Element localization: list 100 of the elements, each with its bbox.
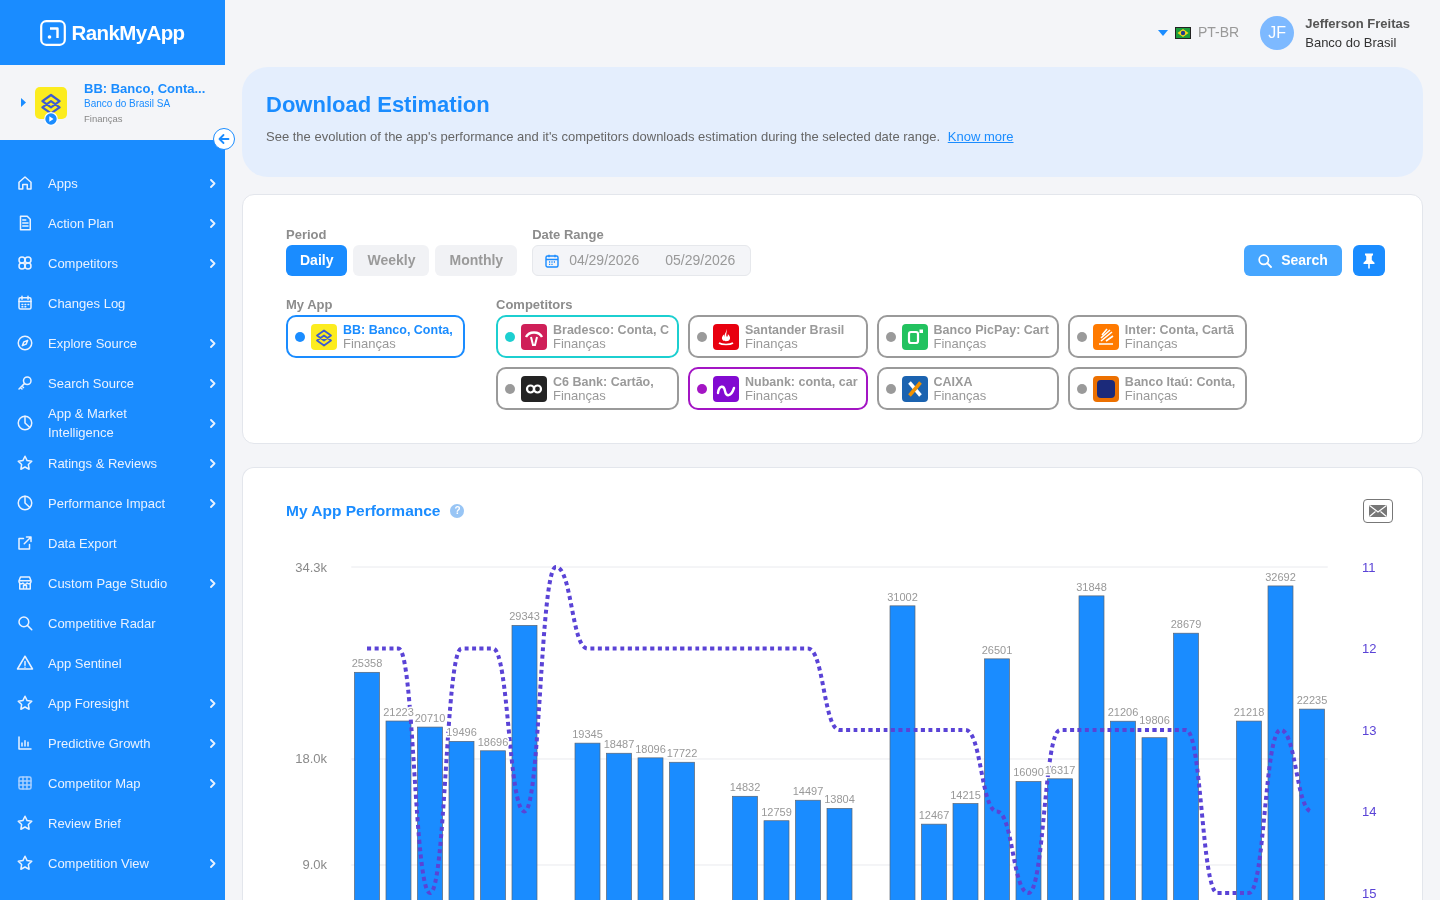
sidebar-item[interactable]: Competitors	[0, 243, 225, 283]
data-label: 17722	[666, 747, 698, 760]
external-link-icon	[16, 534, 34, 552]
search-icon	[16, 614, 34, 632]
sidebar-item[interactable]: Apps	[0, 163, 225, 203]
app-chip[interactable]: Banco Itaú: Conta, Finanças	[1067, 367, 1247, 410]
sidebar-item[interactable]: Predictive Growth	[0, 723, 225, 763]
data-label: 13804	[824, 793, 855, 806]
app-logo-icon	[901, 375, 928, 402]
axis-tick-label: 9.0k	[302, 857, 327, 873]
app-selector[interactable]: BB: Banco, Conta... Banco do Brasil SA Finanças	[0, 65, 225, 140]
app-chip[interactable]: CAIXA Finanças	[876, 367, 1059, 410]
sidebar-item[interactable]: App Foresight	[0, 683, 225, 723]
sidebar-item[interactable]: Ratings & Reviews	[0, 443, 225, 483]
data-label: 29343	[509, 610, 540, 623]
axis-tick-label: 14	[1362, 804, 1377, 819]
key-icon	[16, 374, 34, 392]
know-more-link[interactable]: Know more	[947, 129, 1014, 144]
sidebar-item[interactable]: Data Export	[0, 523, 225, 563]
arrow-left-icon	[218, 133, 230, 145]
caret-right-icon	[21, 98, 26, 107]
app-logo-icon	[901, 323, 928, 350]
axis-tick-label: 12	[1362, 641, 1377, 656]
sidebar-item[interactable]: Competitor Map	[0, 763, 225, 803]
period-option-button[interactable]: Monthly	[435, 245, 518, 276]
app-logo-icon	[713, 323, 739, 350]
sidebar-item[interactable]: App Sentinel	[0, 643, 225, 683]
help-icon[interactable]: ?	[450, 504, 465, 518]
grid-icon	[16, 774, 34, 792]
pie-chart-icon	[16, 494, 34, 512]
data-label: 18696	[477, 735, 509, 748]
language-selector[interactable]: PT-BR	[1158, 22, 1240, 43]
sidebar-item[interactable]: Explore Source	[0, 323, 225, 363]
data-label: 18487	[603, 738, 635, 751]
axis-tick-label: 34.3k	[295, 559, 327, 575]
sidebar-item[interactable]: App & Market Intelligence	[0, 403, 225, 443]
calendar-icon	[16, 294, 34, 312]
axis-tick-label: 11	[1362, 559, 1376, 575]
home-icon	[16, 174, 34, 192]
data-label: 26501	[981, 643, 1013, 656]
sidebar-item[interactable]: Action Plan	[0, 203, 225, 243]
pie-chart-icon	[16, 414, 34, 432]
data-label: 18096	[635, 742, 666, 755]
email-button[interactable]	[1363, 499, 1393, 523]
field-label: Period	[286, 227, 328, 243]
data-label: 32692	[1265, 570, 1296, 583]
sidebar-item[interactable]: Changes Log	[0, 283, 225, 323]
status-dot	[1076, 331, 1087, 342]
chart-title: My App Performance	[286, 501, 441, 521]
pin-button[interactable]	[1353, 245, 1385, 276]
sidebar-item[interactable]: Competitive Radar	[0, 603, 225, 643]
app-chip[interactable]: Santander Brasil Finanças	[688, 315, 868, 358]
data-label: 16090	[1013, 766, 1044, 779]
period-option-button[interactable]: Daily	[286, 245, 348, 276]
data-label: 12759	[761, 805, 792, 818]
date-range-field[interactable]: 04/29/2026 05/29/2026	[532, 245, 752, 276]
app-logo-icon	[713, 375, 739, 402]
star-icon	[16, 454, 34, 472]
data-label: 31848	[1076, 580, 1107, 593]
compass-icon	[16, 334, 34, 352]
app-logo-icon	[1092, 375, 1119, 402]
app-chip[interactable]: Nubank: conta, car Finanças	[688, 367, 868, 410]
field-label: Date Range	[532, 227, 605, 243]
status-dot	[697, 331, 707, 342]
user-name: Jefferson Freitas	[1305, 14, 1410, 33]
app-chip[interactable]: Inter: Conta, Cartã Finanças	[1067, 315, 1247, 358]
app-chip[interactable]: Banco PicPay: Cart Finanças	[876, 315, 1059, 358]
pin-icon	[1363, 252, 1375, 269]
field-label: Competitors	[496, 297, 574, 313]
calendar-icon	[545, 253, 560, 268]
sidebar-item[interactable]: Competition View	[0, 843, 225, 883]
logo-icon	[40, 19, 67, 46]
sidebar-item[interactable]: Performance Impact	[0, 483, 225, 523]
axis-tick-label: 18.0k	[295, 751, 327, 767]
sidebar-item[interactable]: Search Source	[0, 363, 225, 403]
app-logo-icon	[521, 375, 547, 402]
caret-down-icon	[1158, 29, 1168, 36]
store-icon	[16, 574, 34, 592]
search-button[interactable]: Search	[1244, 245, 1342, 276]
data-label: 20710	[414, 712, 446, 725]
app-chip[interactable]: BB: Banco, Conta, Finanças	[286, 315, 465, 358]
star-icon	[16, 694, 34, 712]
search-icon	[1258, 253, 1273, 268]
data-label: 19345	[572, 728, 603, 741]
axis-tick-label: 15	[1362, 885, 1377, 900]
status-dot	[505, 383, 515, 394]
status-dot	[1076, 383, 1087, 394]
flag-icon	[1175, 26, 1191, 39]
app-chip[interactable]: Bradesco: Conta, C Finanças	[496, 315, 679, 358]
data-label: 19806	[1139, 714, 1170, 726]
data-label: 14215	[950, 788, 981, 801]
app-chip[interactable]: C6 Bank: Cartão, Finanças	[496, 367, 679, 410]
data-label: 21218	[1233, 706, 1265, 719]
app-logo-icon	[311, 323, 337, 350]
sidebar-item[interactable]: Review Brief	[0, 803, 225, 843]
collapse-button[interactable]	[213, 128, 235, 150]
period-option-button[interactable]: Weekly	[353, 245, 430, 276]
status-dot	[885, 331, 896, 342]
sidebar-item[interactable]: Custom Page Studio	[0, 563, 225, 603]
status-dot	[885, 383, 896, 394]
